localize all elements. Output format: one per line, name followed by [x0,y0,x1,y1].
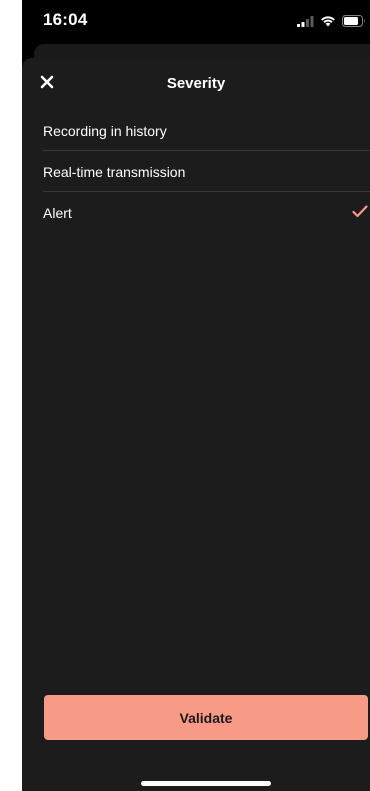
sheet-header: Severity [22,58,370,110]
phone-screen: 16:04 Severity Recording in history Real… [22,0,370,791]
option-recording-in-history[interactable]: Recording in history [22,110,370,151]
option-alert[interactable]: Alert [22,192,370,233]
option-label: Real-time transmission [43,163,186,180]
option-list: Recording in history Real-time transmiss… [22,110,370,233]
status-icons [297,14,366,28]
option-label: Recording in history [43,122,167,139]
option-real-time-transmission[interactable]: Real-time transmission [22,151,370,192]
battery-icon [342,15,366,27]
signal-icon [297,15,314,27]
option-label: Alert [43,204,72,221]
home-indicator[interactable] [141,781,271,786]
validate-label: Validate [179,709,233,726]
wifi-icon [320,15,336,27]
sheet-title: Severity [166,75,226,92]
severity-sheet: Severity Recording in history Real-time … [22,58,370,791]
validate-button[interactable]: Validate [44,695,368,740]
checkmark-icon [352,205,368,223]
status-time: 16:04 [43,10,88,29]
status-bar: 16:04 [22,0,370,44]
